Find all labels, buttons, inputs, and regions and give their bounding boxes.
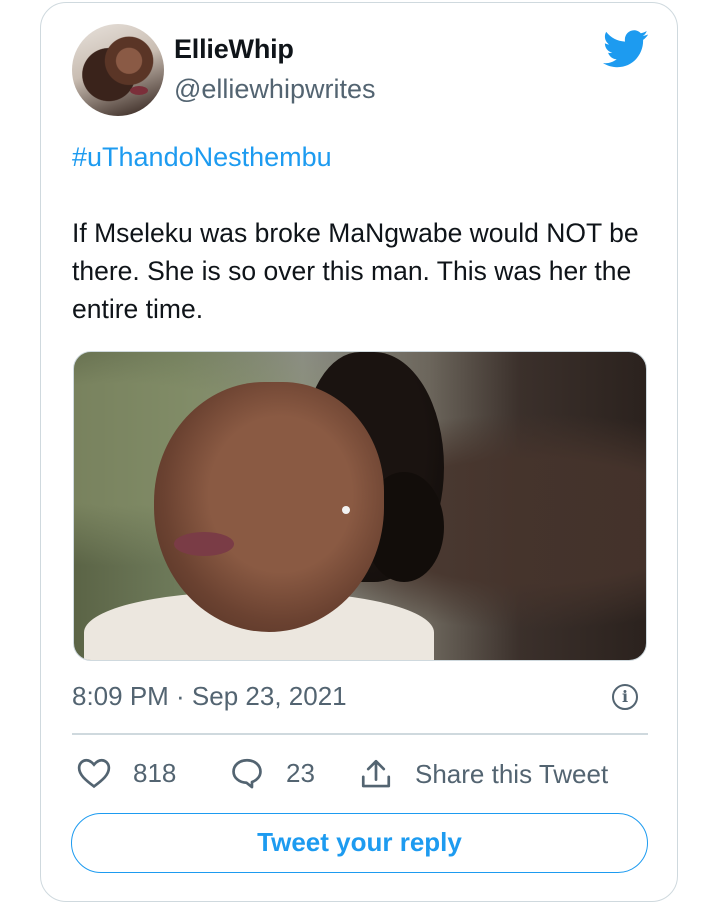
share-label: Share this Tweet	[415, 758, 609, 789]
tweet-your-reply-button[interactable]: Tweet your reply	[71, 813, 648, 873]
tweet-timestamp[interactable]: 8:09 PM · Sep 23, 2021	[72, 681, 347, 712]
reply-count-button[interactable]: 23	[230, 757, 315, 789]
share-upload-icon	[361, 759, 391, 788]
info-icon[interactable]: i	[612, 684, 638, 710]
divider	[72, 733, 648, 735]
reply-count: 23	[286, 757, 315, 788]
speech-bubble-icon	[232, 758, 262, 789]
hashtag-link[interactable]: #uThandoNesthembu	[72, 142, 332, 173]
share-button[interactable]: Share this Tweet	[359, 757, 608, 791]
like-button[interactable]: 818	[77, 757, 176, 789]
author-name[interactable]: EllieWhip	[174, 34, 294, 65]
like-count: 818	[133, 757, 177, 788]
heart-icon	[77, 758, 111, 789]
avatar[interactable]	[72, 24, 164, 116]
tweet-image[interactable]	[73, 351, 647, 661]
twitter-bird-icon[interactable]	[603, 30, 649, 68]
author-handle[interactable]: @elliewhipwrites	[174, 74, 375, 105]
tweet-text: If Mseleku was broke MaNgwabe would NOT …	[72, 218, 639, 324]
